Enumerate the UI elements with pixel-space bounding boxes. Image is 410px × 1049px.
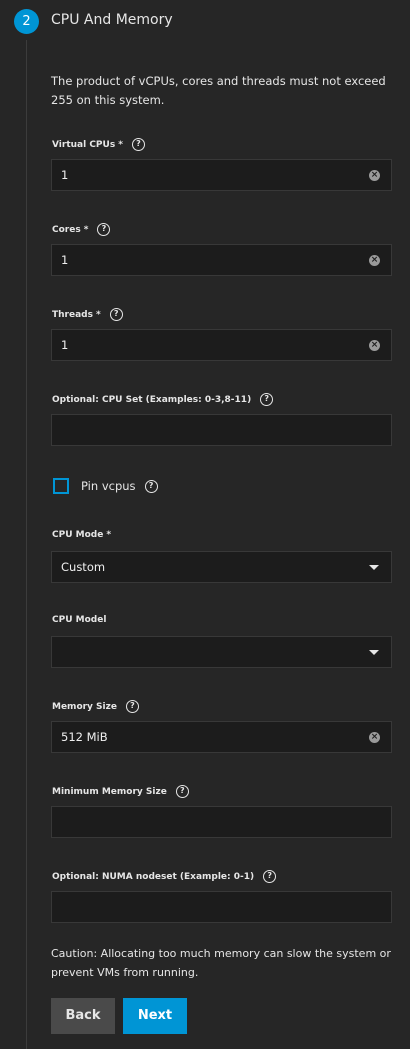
chevron-down-icon[interactable] xyxy=(369,650,379,655)
help-icon[interactable]: ? xyxy=(131,138,145,151)
vcpus-label-text: Virtual CPUs xyxy=(52,139,116,150)
numa-nodeset-label-text: Optional: NUMA nodeset (Example: 0-1) xyxy=(52,871,255,882)
cpu-mode-select[interactable]: Custom xyxy=(51,551,392,583)
pin-vcpus-row: Pin vcpus ? xyxy=(53,478,158,494)
chevron-down-icon[interactable] xyxy=(369,565,379,570)
stepper-line xyxy=(26,40,27,1049)
memory-size-label: Memory Size ? xyxy=(52,700,139,713)
min-memory-label-text: Minimum Memory Size xyxy=(52,786,167,797)
numa-nodeset-input[interactable] xyxy=(51,891,392,923)
cores-value: 1 xyxy=(61,253,69,267)
threads-label: Threads * ? xyxy=(52,308,123,321)
vcpus-input[interactable]: 1 × xyxy=(51,159,392,191)
numa-nodeset-label: Optional: NUMA nodeset (Example: 0-1) ? xyxy=(52,870,277,883)
help-icon[interactable]: ? xyxy=(125,700,139,713)
help-icon[interactable]: ? xyxy=(175,785,189,798)
required-marker: * xyxy=(83,224,89,235)
clear-icon[interactable]: × xyxy=(369,732,380,743)
cpu-mode-label: CPU Mode * xyxy=(52,530,111,540)
min-memory-input[interactable] xyxy=(51,806,392,838)
clear-icon[interactable]: × xyxy=(369,255,380,266)
threads-label-text: Threads xyxy=(52,309,93,320)
cpu-set-label: Optional: CPU Set (Examples: 0-3,8-11) ? xyxy=(52,393,274,406)
caution-text: Caution: Allocating too much memory can … xyxy=(51,947,391,979)
cores-label-text: Cores xyxy=(52,224,81,235)
step-title: CPU And Memory xyxy=(51,12,173,28)
memory-size-label-text: Memory Size xyxy=(52,701,117,712)
cpu-set-input[interactable] xyxy=(51,414,392,446)
clear-icon[interactable]: × xyxy=(369,170,380,181)
help-icon[interactable]: ? xyxy=(260,393,274,406)
cpu-model-label: CPU Model xyxy=(52,615,106,625)
pin-vcpus-label[interactable]: Pin vcpus xyxy=(81,479,136,493)
help-icon[interactable]: ? xyxy=(97,223,111,236)
cores-input[interactable]: 1 × xyxy=(51,244,392,276)
memory-size-value: 512 MiB xyxy=(61,730,108,744)
memory-size-input[interactable]: 512 MiB × xyxy=(51,721,392,753)
help-icon[interactable]: ? xyxy=(144,479,158,493)
cpu-mode-value: Custom xyxy=(61,560,106,574)
clear-icon[interactable]: × xyxy=(369,340,380,351)
help-icon[interactable]: ? xyxy=(109,308,123,321)
cores-label: Cores * ? xyxy=(52,223,111,236)
vcpus-value: 1 xyxy=(61,168,69,182)
vcpus-label: Virtual CPUs * ? xyxy=(52,138,145,151)
back-button[interactable]: Back xyxy=(51,998,115,1034)
cpu-mode-label-text: CPU Mode xyxy=(52,530,104,540)
next-button[interactable]: Next xyxy=(123,998,187,1034)
pin-vcpus-checkbox[interactable] xyxy=(53,478,69,494)
required-marker: * xyxy=(106,530,112,540)
threads-input[interactable]: 1 × xyxy=(51,329,392,361)
cpu-model-label-text: CPU Model xyxy=(52,615,107,625)
help-icon[interactable]: ? xyxy=(263,870,277,883)
step-header[interactable]: 2 CPU And Memory xyxy=(0,0,410,42)
required-marker: * xyxy=(118,139,123,150)
cpu-model-select[interactable] xyxy=(51,636,392,668)
min-memory-label: Minimum Memory Size ? xyxy=(52,785,189,798)
required-marker: * xyxy=(95,309,101,320)
step-number-badge: 2 xyxy=(14,9,39,34)
intro-text: The product of vCPUs, cores and threads … xyxy=(51,74,386,107)
cpu-set-label-text: Optional: CPU Set (Examples: 0-3,8-11) xyxy=(52,394,252,405)
threads-value: 1 xyxy=(61,338,69,352)
